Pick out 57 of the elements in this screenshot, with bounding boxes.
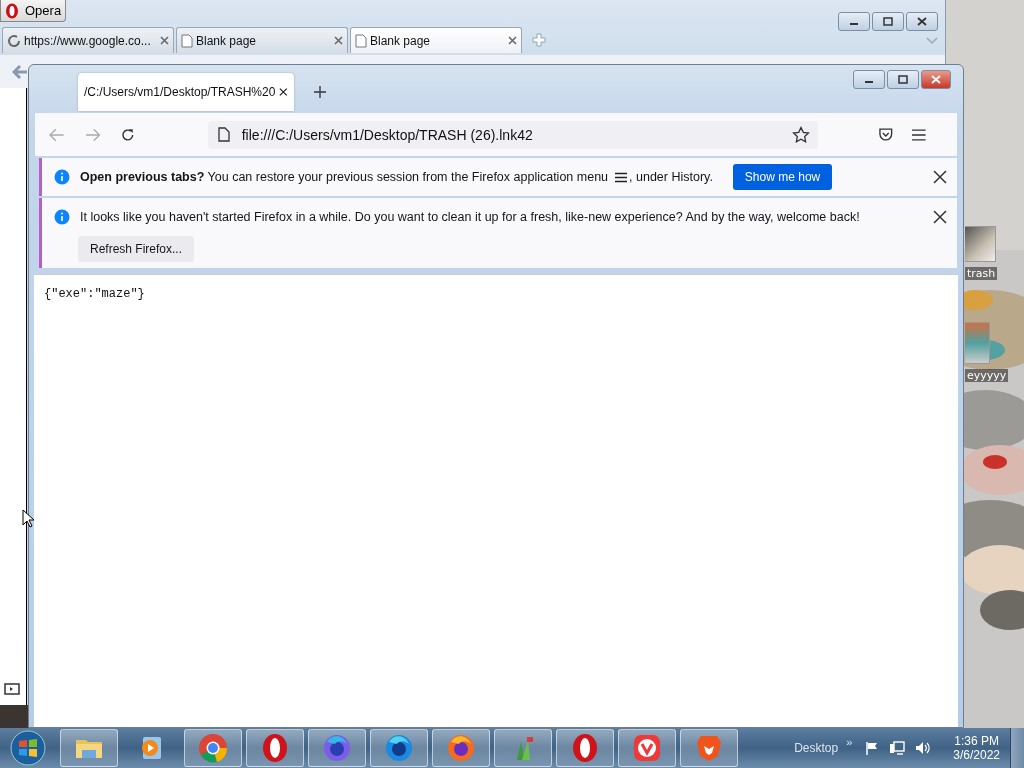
maximize-icon [897, 75, 909, 84]
fox-globe-icon[interactable] [383, 732, 415, 764]
maximize-icon [882, 17, 894, 26]
desktop-toolbar-label[interactable]: Desktop [794, 741, 839, 755]
opera-menu-button[interactable]: Opera [0, 0, 66, 22]
maximize-button[interactable] [887, 70, 919, 89]
close-icon[interactable] [933, 210, 947, 224]
pocket-icon[interactable] [877, 126, 894, 143]
notification-text: , under History. [629, 170, 713, 184]
minimize-button[interactable] [853, 70, 885, 89]
menu-icon[interactable] [911, 127, 927, 142]
start-button-icon[interactable] [10, 730, 46, 766]
page-content-text: {"exe":"maze"} [44, 287, 146, 301]
info-icon [54, 209, 70, 225]
page-icon [217, 127, 230, 142]
page-icon [355, 33, 367, 48]
chrome-icon[interactable] [197, 732, 229, 764]
close-icon [930, 75, 942, 84]
clock-date[interactable]: 3/6/2022 [953, 748, 1000, 762]
show-desktop-button[interactable] [1010, 728, 1024, 768]
close-icon[interactable] [508, 36, 517, 45]
browser-tab[interactable]: Blank page [350, 27, 522, 53]
new-tab-icon[interactable] [314, 86, 326, 98]
clock-time[interactable]: 1:36 PM [954, 734, 999, 748]
page-icon [181, 33, 193, 48]
notification-text: Open previous tabs? You can restore your previous session from the Firefox application menu [80, 170, 609, 184]
refresh-button[interactable]: Refresh Firefox... [78, 236, 195, 262]
fox-globe-icon[interactable] [445, 732, 477, 764]
desktop-icon-label[interactable]: eyyyyy [965, 369, 1009, 382]
opera-logo-icon [5, 2, 19, 19]
overflow-chevron[interactable]: » [846, 736, 853, 748]
browser-tab[interactable]: /C:/Users/vm1/Desktop/TRASH%20 [78, 73, 294, 111]
desktop-icon-label[interactable]: trash [965, 267, 998, 280]
fox-globe-icon[interactable] [321, 732, 353, 764]
close-icon [916, 17, 928, 26]
notification-text: It looks like you haven't started Firefox in a while. Do you want to clean it up for a fresh, like-new experience? And by the way, welcome back! [80, 210, 860, 224]
info-icon [54, 169, 70, 185]
close-icon[interactable] [279, 87, 288, 97]
minimize-button[interactable] [838, 12, 870, 31]
bookmark-star-icon[interactable] [791, 125, 810, 144]
loading-spinner-icon [7, 33, 21, 48]
close-button[interactable] [921, 70, 951, 89]
address-bar[interactable]: file:///C:/Users/vm1/Desktop/TRASH (26).lnk42 [207, 120, 818, 149]
browser-tab[interactable]: https://www.google.co... [2, 27, 174, 53]
network-icon[interactable] [889, 740, 906, 756]
menu-icon [614, 171, 629, 183]
file-thumbnail-icon[interactable] [965, 322, 990, 364]
show-me-how-button[interactable]: Show me how [732, 164, 833, 190]
browser-tab[interactable]: Blank page [176, 27, 348, 53]
speaker-icon[interactable] [914, 740, 933, 756]
vivaldi-icon[interactable] [631, 732, 663, 764]
maximize-button[interactable] [872, 12, 904, 31]
reload-icon[interactable] [120, 126, 136, 143]
panel-toggle-icon[interactable] [4, 683, 20, 695]
close-button[interactable] [906, 12, 938, 31]
close-icon[interactable] [933, 170, 947, 184]
trash-thumbnail-icon[interactable] [965, 226, 996, 262]
